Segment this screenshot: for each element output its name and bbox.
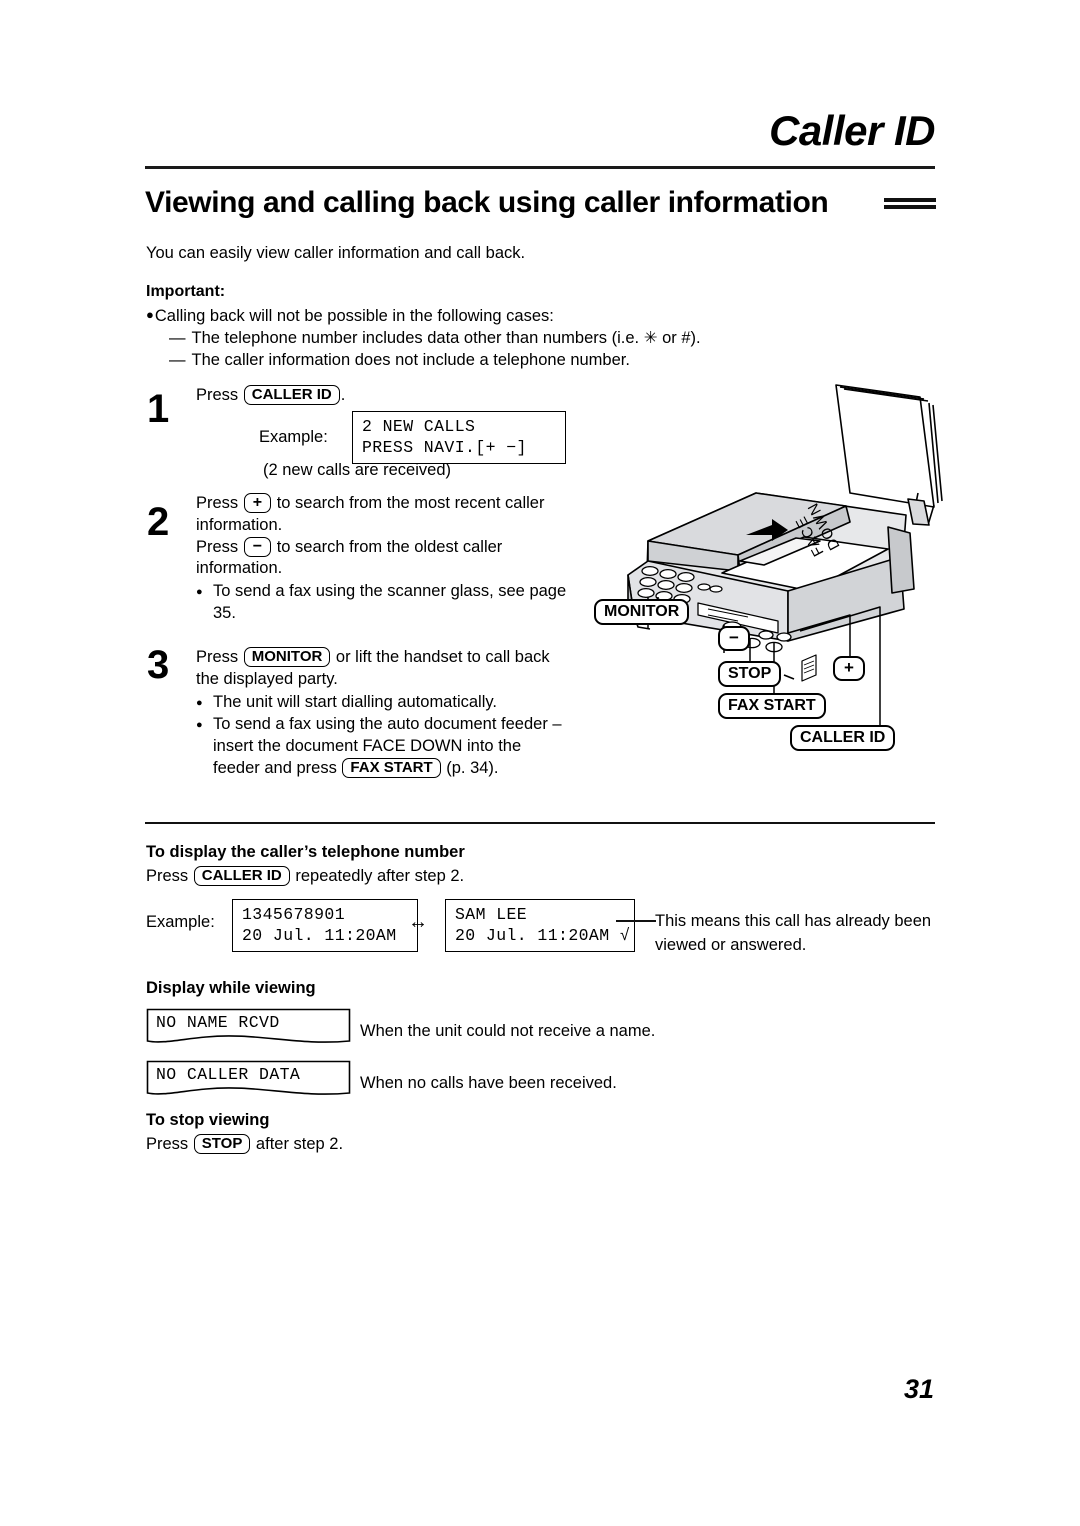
important-dash-text-2: The caller information does not include … — [191, 351, 630, 369]
intro-paragraph: You can easily view caller information a… — [146, 244, 526, 262]
step-number-1: 1 — [147, 387, 170, 431]
step-3-line1-a: Press — [196, 648, 243, 666]
leader-line — [616, 920, 656, 922]
lcd-line-1: 2 NEW CALLS — [362, 417, 476, 436]
checkmark-explanation: This means this call has already been vi… — [655, 912, 932, 954]
press-label: Press — [146, 1135, 193, 1153]
step-1-text-before: Press — [196, 386, 243, 404]
title-decoration-bars — [884, 198, 936, 209]
lcd-line-1: SAM LEE — [455, 905, 528, 924]
press-suffix: after step 2. — [251, 1135, 344, 1153]
bullet-dot-icon: ● — [146, 307, 154, 322]
lcd-line-2: 20 Jul. 11:20AM √ — [455, 926, 631, 946]
important-bullet-text: Calling back will not be possible in the… — [154, 307, 554, 325]
step-2-line2-a: Press — [196, 537, 243, 556]
press-suffix: repeatedly after step 2. — [290, 867, 465, 885]
important-dash-item-2: — The caller information does not include… — [169, 350, 630, 371]
example-label-step1: Example: — [259, 428, 328, 446]
lcd-line-1: 1345678901 — [242, 905, 346, 924]
subsection-heading-stop-viewing: To stop viewing — [146, 1111, 270, 1129]
example-label-display-number: Example: — [146, 913, 215, 931]
lcd-note-step1: (2 new calls are received) — [263, 461, 451, 479]
important-dash-text-1: The telephone number includes data other… — [191, 329, 701, 347]
step-3-text: Press MONITOR or lift the handset to cal… — [196, 647, 566, 780]
step-number-2: 2 — [147, 500, 170, 544]
step-3-sub-bullet-1: The unit will start dialling automatical… — [196, 692, 566, 714]
callout-plus: + — [833, 656, 865, 681]
caller-id-key[interactable]: CALLER ID — [193, 866, 290, 886]
monitor-key[interactable]: MONITOR — [243, 647, 331, 667]
torn-display-note-1: When the unit could not receive a name. — [360, 1022, 656, 1040]
callout-minus: − — [718, 626, 750, 651]
header-divider — [145, 166, 935, 169]
torn-display-text: NO CALLER DATA — [156, 1065, 301, 1084]
subsection-line-stop-viewing: Press STOP after step 2. — [146, 1134, 343, 1154]
important-dash-item-1: — The telephone number includes data othe… — [169, 328, 701, 349]
left-right-arrow-icon: ↔ — [408, 911, 428, 933]
plus-key[interactable]: + — [243, 493, 272, 513]
callout-fax-start: FAX START — [718, 693, 826, 719]
lcd-line-2: 20 Jul. 11:20AM — [242, 926, 397, 946]
lcd-display-number: 1345678901 20 Jul. 11:20AM — [232, 899, 418, 953]
step-1-text-after: . — [340, 386, 346, 404]
torn-display-no-caller-data: NO CALLER DATA — [146, 1060, 351, 1098]
minus-key[interactable]: − — [243, 536, 272, 557]
lcd-line-2: PRESS NAVI.[+ −] — [362, 438, 527, 458]
page-title: Viewing and calling back using caller in… — [145, 186, 829, 219]
torn-display-no-name-rcvd: NO NAME RCVD — [146, 1008, 351, 1046]
section-divider — [145, 822, 935, 824]
step-2-line1-a: Press — [196, 494, 243, 512]
callout-caller-id: CALLER ID — [790, 725, 896, 751]
em-dash-icon: — — [169, 329, 186, 347]
step-1-text: Press CALLER ID. — [196, 385, 556, 407]
chapter-title: Caller ID — [769, 107, 935, 154]
stop-key[interactable]: STOP — [193, 1134, 251, 1154]
press-label: Press — [146, 867, 193, 885]
subsection-line-display-number: Press CALLER ID repeatedly after step 2. — [146, 866, 464, 886]
subsection-heading-display-number: To display the caller’s telephone number — [146, 843, 465, 861]
em-dash-icon: — — [169, 351, 186, 369]
fax-start-key[interactable]: FAX START — [342, 757, 441, 778]
step-3-sub-bullet-2-b: (p. 34). — [441, 758, 499, 777]
callout-monitor: MONITOR — [594, 599, 690, 625]
subsection-heading-display-while-viewing: Display while viewing — [146, 979, 316, 997]
page-number: 31 — [903, 1374, 934, 1404]
torn-display-note-2: When no calls have been received. — [360, 1074, 617, 1092]
important-bullet: ●Calling back will not be possible in th… — [146, 306, 554, 327]
lcd-display-step1: 2 NEW CALLS PRESS NAVI.[+ −] — [352, 411, 566, 465]
step-number-3: 3 — [147, 643, 170, 687]
step-3-sub-bullet-2: To send a fax using the auto document fe… — [196, 714, 566, 779]
important-heading: Important: — [146, 283, 226, 300]
caller-id-key[interactable]: CALLER ID — [243, 385, 340, 405]
manual-page: Caller ID Viewing and calling back using… — [0, 0, 1080, 1526]
lcd-display-name: SAM LEE 20 Jul. 11:20AM √ — [445, 899, 635, 953]
step-2-text: Press + to search from the most recent c… — [196, 493, 576, 625]
callout-stop: STOP — [718, 661, 782, 687]
torn-display-text: NO NAME RCVD — [156, 1013, 280, 1032]
step-2-sub-bullet: To send a fax using the scanner glass, s… — [196, 581, 576, 625]
